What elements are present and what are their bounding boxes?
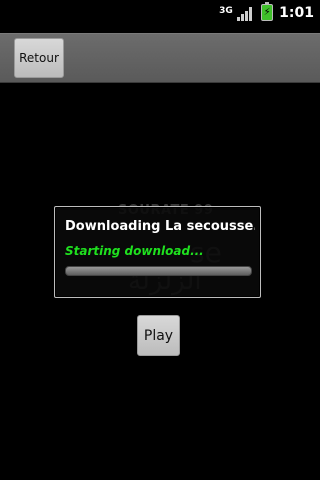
signal-icon	[237, 5, 255, 21]
play-button[interactable]: Play	[137, 315, 180, 356]
network-3g-icon: 3G	[219, 5, 233, 21]
network-label: 3G	[219, 5, 233, 16]
battery-charging-icon	[261, 2, 274, 21]
download-progress-bar	[65, 266, 252, 276]
back-button[interactable]: Retour	[14, 38, 64, 78]
download-progress-dialog: Downloading La secousse... Starting down…	[54, 206, 261, 298]
dialog-title: Downloading La secousse...	[65, 219, 255, 234]
status-clock: 1:01	[279, 4, 314, 21]
status-bar: 3G 1:01	[0, 0, 320, 25]
top-bar: Retour	[0, 33, 320, 83]
dialog-message: Starting download...	[65, 244, 204, 258]
status-icons: 3G 1:01	[219, 2, 314, 21]
